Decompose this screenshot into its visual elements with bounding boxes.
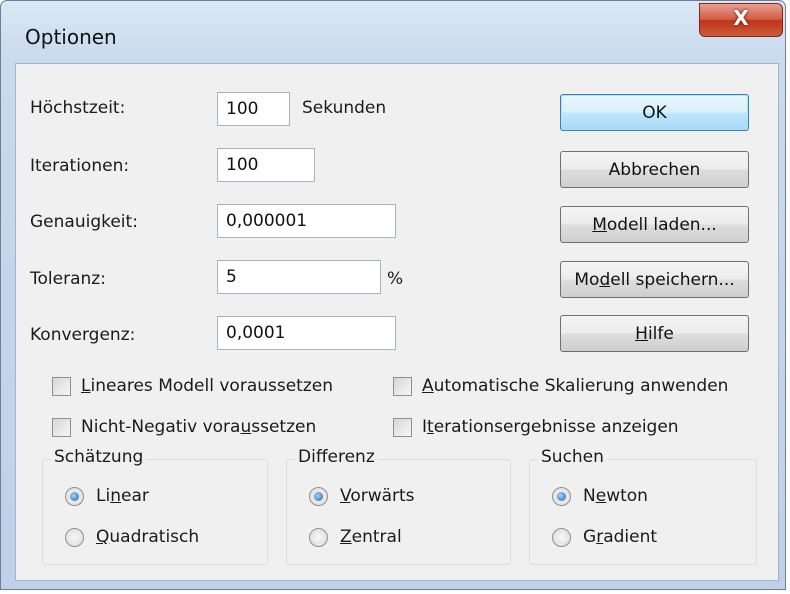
checkbox-box[interactable]	[393, 417, 412, 437]
auto-scaling-checkbox[interactable]: Automatische Skalierung anwenden	[393, 374, 728, 398]
radio-label: Zentral	[340, 527, 402, 547]
search-group: Suchen Newton Gradient	[529, 447, 757, 565]
search-group-title: Suchen	[538, 447, 607, 467]
iteration-results-checkbox[interactable]: Iterationsergebnisse anzeigen	[393, 415, 679, 439]
radio-gradient[interactable]: Gradient	[552, 525, 657, 549]
checkbox-label: Iterationsergebnisse anzeigen	[422, 417, 679, 437]
radio-label: Linear	[96, 486, 149, 506]
radio-selected-icon[interactable]	[65, 486, 84, 506]
radio-label: Quadratisch	[96, 527, 200, 547]
radio-label: Gradient	[583, 527, 658, 547]
radio-label: Vorwärts	[340, 486, 415, 506]
konvergenz-label: Konvergenz:	[30, 325, 136, 345]
save-model-button[interactable]: Mo d ell speichern...	[560, 261, 749, 298]
linear-model-checkbox[interactable]: Lineares Modell voraussetzen	[52, 374, 333, 398]
toleranz-unit: %	[387, 269, 404, 289]
load-model-button[interactable]: Modell laden...	[560, 206, 749, 243]
close-icon: X	[733, 6, 749, 30]
cancel-button[interactable]: Abbrechen	[560, 151, 749, 188]
estimation-group-title: Schätzung	[51, 447, 147, 467]
help-button[interactable]: Hilfe	[560, 315, 749, 352]
genauigkeit-field[interactable]	[217, 204, 396, 238]
checkbox-box[interactable]	[52, 417, 71, 437]
checkbox-box[interactable]	[393, 376, 412, 396]
ok-button[interactable]: OK	[560, 94, 749, 131]
non-negative-checkbox[interactable]: Nicht-Negativ voraussetzen	[52, 415, 316, 439]
iterationen-field[interactable]	[217, 148, 315, 182]
estimation-group: Schätzung Linear Quadratisch	[42, 447, 268, 565]
window-title: Optionen	[25, 25, 117, 49]
radio-selected-icon[interactable]	[309, 486, 328, 506]
radio-forward[interactable]: Vorwärts	[309, 484, 415, 508]
iterationen-label: Iterationen:	[30, 156, 130, 176]
hoechstzeit-label: Höchstzeit:	[30, 98, 126, 118]
options-dialog: Optionen X Höchstzeit: Sekunden Iteratio…	[0, 0, 786, 590]
difference-group-title: Differenz	[295, 447, 378, 467]
dialog-body: Höchstzeit: Sekunden Iterationen: Genaui…	[15, 63, 779, 581]
radio-unselected-icon[interactable]	[309, 527, 328, 547]
toleranz-label: Toleranz:	[30, 269, 106, 289]
radio-central[interactable]: Zentral	[309, 525, 402, 549]
title-bar[interactable]: Optionen X	[1, 1, 785, 63]
genauigkeit-label: Genauigkeit:	[30, 212, 138, 232]
radio-unselected-icon[interactable]	[552, 527, 571, 547]
checkbox-label: Automatische Skalierung anwenden	[422, 376, 729, 396]
radio-newton[interactable]: Newton	[552, 484, 648, 508]
radio-selected-icon[interactable]	[552, 486, 571, 506]
close-button[interactable]: X	[699, 3, 783, 37]
difference-group: Differenz Vorwärts Zentral	[286, 447, 511, 565]
checkbox-label: Lineares Modell voraussetzen	[81, 376, 333, 396]
hoechstzeit-unit: Sekunden	[302, 98, 387, 118]
radio-linear[interactable]: Linear	[65, 484, 149, 508]
radio-unselected-icon[interactable]	[65, 527, 84, 547]
toleranz-field[interactable]	[217, 260, 381, 294]
hoechstzeit-field[interactable]	[217, 92, 290, 126]
checkbox-label: Nicht-Negativ voraussetzen	[81, 417, 317, 437]
konvergenz-field[interactable]	[217, 316, 396, 350]
radio-quadratic[interactable]: Quadratisch	[65, 525, 199, 549]
checkbox-box[interactable]	[52, 376, 71, 396]
radio-label: Newton	[583, 486, 648, 506]
